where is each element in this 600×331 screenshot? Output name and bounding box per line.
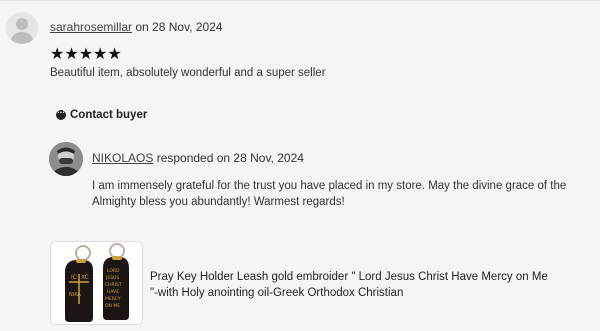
svg-text:XC: XC <box>81 274 89 281</box>
chat-icon <box>56 106 66 120</box>
product-title-link[interactable]: Pray Key Holder Leash gold embroider " L… <box>150 269 550 301</box>
svg-text:NIKA: NIKA <box>69 292 81 298</box>
product-image: IC XC NIKA LORD JESUS CHRIST HAVE MERCY … <box>51 242 142 324</box>
top-divider <box>0 0 600 1</box>
svg-text:ON ME: ON ME <box>105 303 120 309</box>
reviewer-avatar[interactable] <box>6 12 38 44</box>
reviewer-line: sarahrosemillar on 28 Nov, 2024 <box>50 20 223 34</box>
seller-response-text: I am immensely grateful for the trust yo… <box>92 180 567 208</box>
svg-text:IC: IC <box>71 274 77 281</box>
svg-text:CHRIST: CHRIST <box>105 282 122 288</box>
response-date: responded on 28 Nov, 2024 <box>153 151 304 165</box>
reviewer-name-link[interactable]: sarahrosemillar <box>50 20 132 34</box>
seller-avatar[interactable] <box>49 142 83 176</box>
review-date: on 28 Nov, 2024 <box>132 20 223 34</box>
svg-text:JESUS: JESUS <box>105 275 119 281</box>
product-thumbnail[interactable]: IC XC NIKA LORD JESUS CHRIST HAVE MERCY … <box>50 241 143 325</box>
seller-line: NIKOLAOS responded on 28 Nov, 2024 <box>92 151 304 165</box>
contact-buyer-button[interactable]: Contact buyer <box>56 106 148 121</box>
svg-text:MERCY: MERCY <box>105 296 121 302</box>
seller-name-link[interactable]: NIKOLAOS <box>92 151 153 165</box>
svg-text:HAVE: HAVE <box>107 289 119 295</box>
review-text: Beautiful item, absolutely wonderful and… <box>50 67 326 79</box>
svg-text:LORD: LORD <box>107 268 120 274</box>
star-rating: ★★★★★ <box>50 46 122 63</box>
contact-buyer-label: Contact buyer <box>70 109 148 121</box>
